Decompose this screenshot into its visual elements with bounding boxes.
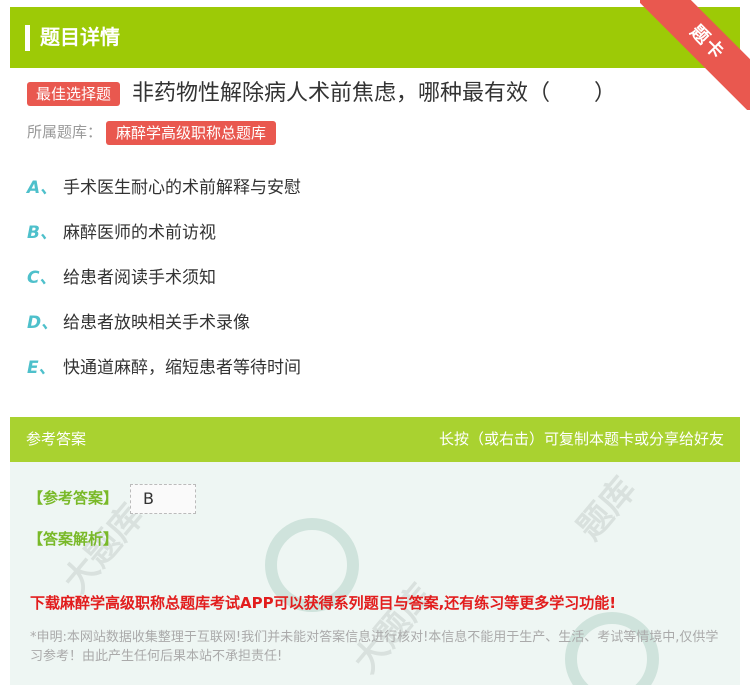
option-letter: B、 bbox=[27, 223, 57, 243]
question-text: 非药物性解除病人术前焦虑，哪种最有效（ ） bbox=[132, 81, 617, 106]
share-hint: 长按（或右击）可复制本题卡或分享给好友 bbox=[438, 430, 724, 448]
disclaimer-text: *申明:本网站数据收集整理于互联网!我们并未能对答案信息进行核对!本信息不能用于… bbox=[30, 630, 719, 664]
option-b[interactable]: B、 麻醉医师的术前访视 bbox=[27, 221, 216, 245]
source-label: 所属题库： bbox=[27, 123, 103, 141]
title-accent bbox=[25, 25, 30, 51]
option-a[interactable]: A、 手术医生耐心的术前解释与安慰 bbox=[27, 176, 301, 200]
analysis-label: 【答案解析】 bbox=[28, 530, 119, 548]
app-promo-link[interactable]: 下载麻醉学高级职称总题库考试APP可以获得系列题目与答案,还有练习等更多学习功能… bbox=[30, 592, 616, 613]
answer-panel: 大题库 题库 大题库 【参考答案】 B 【答案解析】 下载麻醉学高级职称总题库考… bbox=[10, 462, 740, 685]
header-bar: 题目详情 bbox=[10, 7, 740, 68]
option-letter: C、 bbox=[27, 268, 57, 288]
source-tag[interactable]: 麻醉学高级职称总题库 bbox=[106, 121, 277, 145]
option-letter: D、 bbox=[27, 313, 59, 333]
option-letter: E、 bbox=[27, 358, 56, 378]
option-text: 手术医生耐心的术前解释与安慰 bbox=[63, 178, 301, 198]
option-letter: A、 bbox=[27, 178, 58, 198]
answer-bar: 参考答案 长按（或右击）可复制本题卡或分享给好友 bbox=[10, 417, 740, 462]
corner-ribbon: 题卡 bbox=[640, 0, 750, 110]
reference-answer-label: 【参考答案】 bbox=[28, 489, 119, 507]
page-title: 题目详情 bbox=[40, 25, 120, 49]
option-e[interactable]: E、 快通道麻醉，缩短患者等待时间 bbox=[27, 356, 301, 380]
option-d[interactable]: D、 给患者放映相关手术录像 bbox=[27, 311, 250, 335]
answer-bar-title: 参考答案 bbox=[26, 430, 87, 448]
option-text: 麻醉医师的术前访视 bbox=[63, 223, 216, 243]
option-c[interactable]: C、 给患者阅读手术须知 bbox=[27, 266, 216, 290]
watermark-icon: 题库 bbox=[569, 469, 644, 548]
ribbon-label: 题卡 bbox=[640, 0, 750, 110]
option-text: 快通道麻醉，缩短患者等待时间 bbox=[63, 358, 301, 378]
option-text: 给患者放映相关手术录像 bbox=[63, 313, 250, 333]
option-text: 给患者阅读手术须知 bbox=[63, 268, 216, 288]
question-type-tag: 最佳选择题 bbox=[27, 82, 121, 106]
reference-answer-value: B bbox=[130, 484, 196, 514]
